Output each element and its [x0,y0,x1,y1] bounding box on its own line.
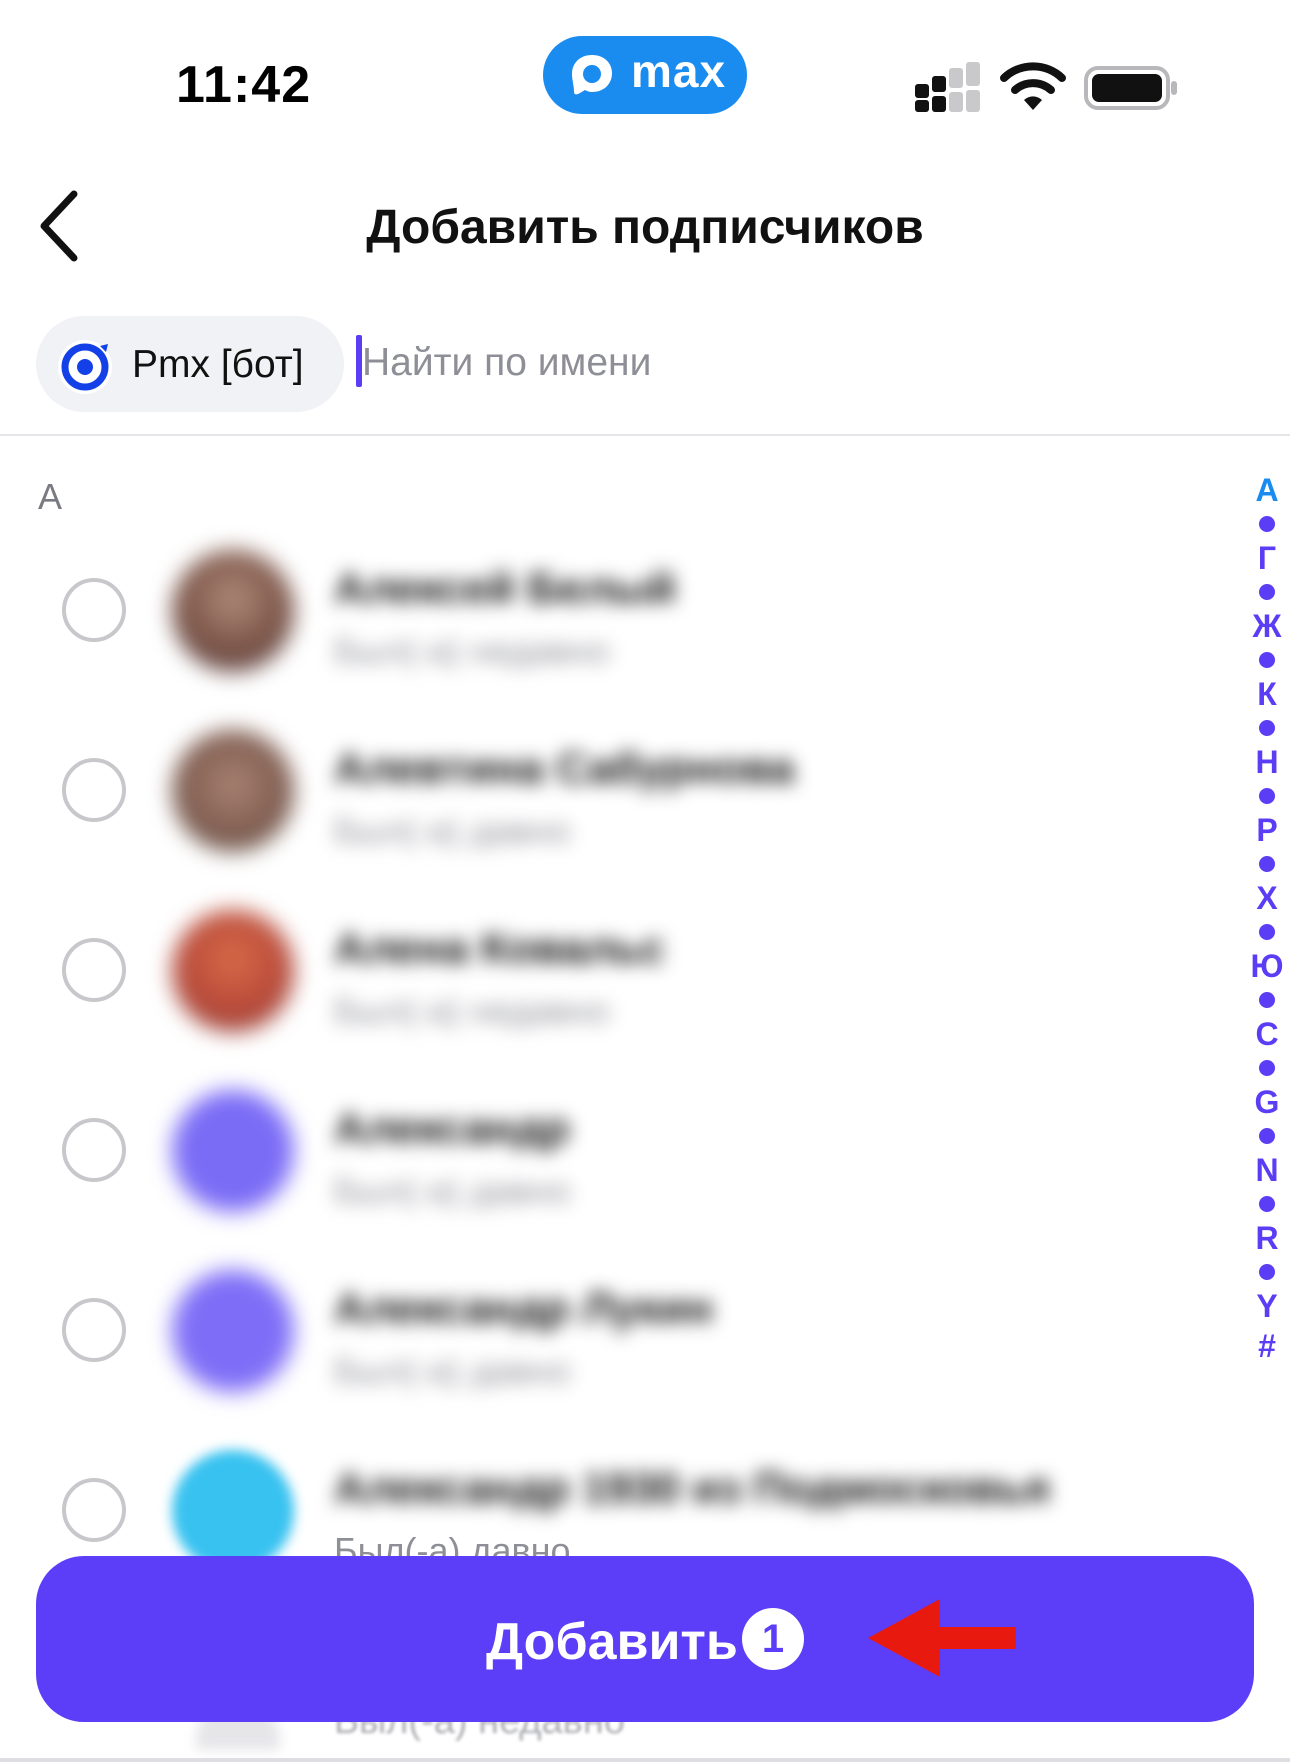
index-dot [1259,924,1275,940]
index-letter[interactable]: C [1250,1014,1284,1054]
header-divider [0,434,1290,436]
select-radio[interactable] [62,938,126,1002]
selected-count-badge: 1 [742,1608,804,1670]
contact-row[interactable]: Алевтина Сабурнова Был(-а) давно [0,700,1240,880]
index-letter[interactable]: N [1250,1150,1284,1190]
index-dot [1259,652,1275,668]
contact-name: Александр [334,1104,570,1153]
index-letter[interactable]: R [1250,1218,1284,1258]
bot-target-icon [58,340,112,394]
select-radio[interactable] [62,758,126,822]
index-letter[interactable]: # [1250,1326,1284,1366]
max-logo-icon [572,55,612,95]
avatar [172,550,294,672]
avatar [172,1090,294,1212]
contact-row[interactable]: Алексей Белый Был(-а) недавно [0,520,1240,700]
avatar [172,730,294,852]
index-dot [1259,788,1275,804]
contact-name: Алена Ковальс [334,924,666,973]
index-letter[interactable]: Y [1250,1286,1284,1326]
select-radio[interactable] [62,1478,126,1542]
avatar [172,910,294,1032]
index-letter[interactable]: К [1250,674,1284,714]
index-dot [1259,856,1275,872]
index-dot [1259,1128,1275,1144]
contact-status: Был(-а) недавно [334,630,610,671]
contact-status: Был(-а) давно [334,810,571,851]
index-dot [1259,992,1275,1008]
section-letter: А [38,476,63,517]
annotation-arrow-icon [868,1599,1016,1677]
select-radio[interactable] [62,1118,126,1182]
contact-status: Был(-а) недавно [334,990,610,1031]
max-badge-label: max [631,45,727,97]
avatar [172,1270,294,1392]
index-dot [1259,584,1275,600]
search-input[interactable] [362,340,922,386]
contact-status: Был(-а) давно [334,1170,571,1211]
index-dot [1259,1264,1275,1280]
index-letter[interactable]: Ж [1250,606,1284,646]
contact-name: Алексей Белый [334,564,676,613]
cellular-signal-icon [915,62,981,112]
contact-name: Александр 1930 из Подмосковья [334,1464,1051,1513]
contact-row[interactable]: Александр Лукин Был(-а) давно [0,1240,1240,1420]
contact-name: Алевтина Сабурнова [334,744,795,793]
index-dot [1259,1196,1275,1212]
index-dot [1259,1060,1275,1076]
bottom-edge [0,1758,1290,1762]
select-radio[interactable] [62,578,126,642]
index-letter[interactable]: Н [1250,742,1284,782]
chip-label: Pmx [бот] [132,343,304,386]
select-radio[interactable] [62,1298,126,1362]
index-dot [1259,516,1275,532]
add-button-label: Добавить [486,1613,738,1671]
battery-icon [1084,66,1177,110]
avatar [172,1450,294,1572]
index-letter[interactable]: Г [1250,538,1284,578]
index-letter[interactable]: G [1250,1082,1284,1122]
wifi-icon [1000,62,1066,110]
contact-row[interactable]: Александр Был(-а) давно [0,1060,1240,1240]
index-letter[interactable]: Р [1250,810,1284,850]
contact-status: Был(-а) давно [334,1350,571,1391]
alphabet-index[interactable]: А Г Ж К Н Р Х Ю C G N R Y # [1250,470,1284,1366]
page-title: Добавить подписчиков [366,201,924,254]
index-letter[interactable]: Х [1250,878,1284,918]
contact-row[interactable]: Алена Ковальс Был(-а) недавно [0,880,1240,1060]
index-letter[interactable]: Ю [1250,946,1284,986]
index-letter[interactable]: А [1250,470,1284,510]
contact-name: Александр Лукин [334,1284,714,1333]
index-dot [1259,720,1275,736]
status-time: 11:42 [176,56,312,114]
